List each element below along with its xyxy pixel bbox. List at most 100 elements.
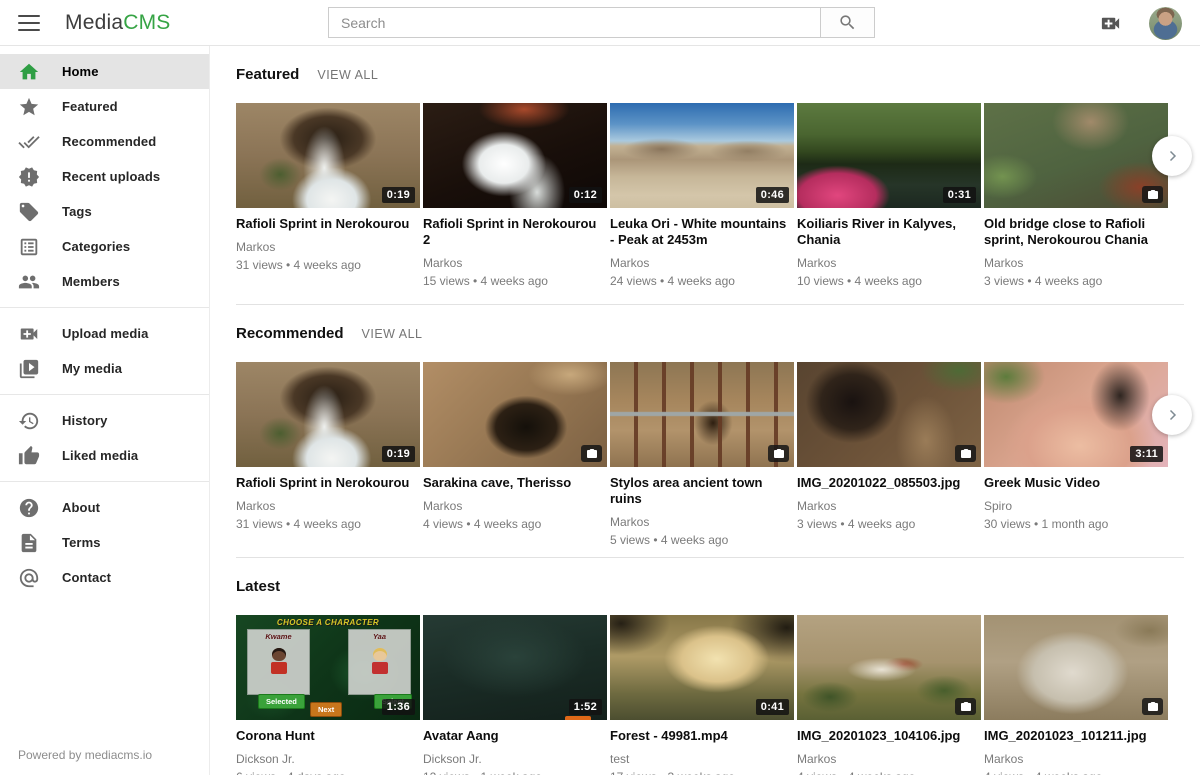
search-button[interactable] xyxy=(820,7,875,38)
media-author[interactable]: test xyxy=(610,752,794,766)
media-card[interactable]: IMG_20201022_085503.jpg Markos 3 views •… xyxy=(797,362,981,531)
media-author[interactable]: Markos xyxy=(423,256,607,270)
search-input[interactable] xyxy=(328,7,820,38)
header-actions xyxy=(1099,0,1200,46)
media-title[interactable]: Corona Hunt xyxy=(236,728,420,744)
media-title[interactable]: Forest - 49981.mp4 xyxy=(610,728,794,744)
media-thumbnail[interactable]: 0:41 xyxy=(610,615,794,720)
sidebar-item-members[interactable]: Members xyxy=(0,264,209,299)
media-author[interactable]: Markos xyxy=(423,499,607,513)
media-thumbnail[interactable] xyxy=(797,362,981,467)
media-thumbnail[interactable]: 1:52 xyxy=(423,615,607,720)
media-thumbnail[interactable]: 0:12 xyxy=(423,103,607,208)
media-author[interactable]: Markos xyxy=(797,256,981,270)
media-title[interactable]: Greek Music Video xyxy=(984,475,1168,491)
user-avatar[interactable] xyxy=(1149,7,1182,40)
sidebar-item-upload-media[interactable]: Upload media xyxy=(0,316,209,351)
media-thumbnail[interactable] xyxy=(610,362,794,467)
media-author[interactable]: Dickson Jr. xyxy=(236,752,420,766)
menu-icon[interactable] xyxy=(18,15,40,31)
media-author[interactable]: Spiro xyxy=(984,499,1168,513)
section-header: Recommended VIEW ALL xyxy=(236,325,1184,341)
sidebar-item-about[interactable]: About xyxy=(0,490,209,525)
media-card[interactable]: 0:46 Leuka Ori - White mountains - Peak … xyxy=(610,103,794,288)
sidebar-item-categories[interactable]: Categories xyxy=(0,229,209,264)
sidebar-item-featured[interactable]: Featured xyxy=(0,89,209,124)
media-title[interactable]: IMG_20201023_104106.jpg xyxy=(797,728,981,744)
media-title[interactable]: Avatar Aang xyxy=(423,728,607,744)
media-card[interactable]: Stylos area ancient town ruins Markos 5 … xyxy=(610,362,794,547)
character-panel: Kwame xyxy=(247,629,310,695)
media-card[interactable]: 0:12 Rafioli Sprint in Nerokourou 2 Mark… xyxy=(423,103,607,288)
sidebar-group: AboutTermsContact xyxy=(0,481,209,603)
view-all-link[interactable]: VIEW ALL xyxy=(362,327,423,341)
sidebar-item-liked-media[interactable]: Liked media xyxy=(0,438,209,473)
at-icon xyxy=(18,567,40,589)
media-thumbnail[interactable] xyxy=(423,362,607,467)
media-card[interactable]: 1:36 CHOOSE A CHARACTERKwameSelectedYaaS… xyxy=(236,615,420,775)
media-thumbnail[interactable]: 0:46 xyxy=(610,103,794,208)
sidebar-item-home[interactable]: Home xyxy=(0,54,209,89)
view-all-link[interactable]: VIEW ALL xyxy=(317,68,378,82)
media-thumbnail[interactable]: 0:19 xyxy=(236,362,420,467)
media-author[interactable]: Markos xyxy=(797,752,981,766)
media-meta: 3 views • 4 weeks ago xyxy=(984,274,1168,288)
media-author[interactable]: Markos xyxy=(984,752,1168,766)
sidebar-item-history[interactable]: History xyxy=(0,403,209,438)
media-thumbnail[interactable] xyxy=(797,615,981,720)
sidebar-item-terms[interactable]: Terms xyxy=(0,525,209,560)
media-row: 1:36 CHOOSE A CHARACTERKwameSelectedYaaS… xyxy=(236,615,1168,775)
media-title[interactable]: IMG_20201022_085503.jpg xyxy=(797,475,981,491)
sidebar-item-recommended[interactable]: Recommended xyxy=(0,124,209,159)
game-title: CHOOSE A CHARACTER xyxy=(236,618,420,627)
media-card[interactable]: 1:52 Avatar Aang Dickson Jr. 12 views • … xyxy=(423,615,607,775)
media-author[interactable]: Markos xyxy=(236,499,420,513)
powered-by: Powered by mediacms.io xyxy=(18,748,152,762)
media-card[interactable]: IMG_20201023_104106.jpg Markos 4 views •… xyxy=(797,615,981,775)
sidebar-item-recent-uploads[interactable]: Recent uploads xyxy=(0,159,209,194)
duration-badge: 3:11 xyxy=(1130,446,1163,462)
media-card[interactable]: 0:31 Koiliaris River in Kalyves, Chania … xyxy=(797,103,981,288)
duration-badge: 1:52 xyxy=(569,699,602,715)
media-author[interactable]: Markos xyxy=(610,515,794,529)
media-thumbnail[interactable]: 0:31 xyxy=(797,103,981,208)
next-arrow-button[interactable] xyxy=(1152,136,1192,176)
media-title[interactable]: Rafioli Sprint in Nerokourou 2 xyxy=(423,216,607,248)
media-author[interactable]: Markos xyxy=(984,256,1168,270)
media-card[interactable]: Sarakina cave, Therisso Markos 4 views •… xyxy=(423,362,607,531)
media-card[interactable]: 3:11 Greek Music Video Spiro 30 views • … xyxy=(984,362,1168,531)
media-title[interactable]: Rafioli Sprint in Nerokourou xyxy=(236,475,420,491)
media-title[interactable]: Stylos area ancient town ruins xyxy=(610,475,794,507)
document-icon xyxy=(18,532,40,554)
media-thumbnail[interactable] xyxy=(984,615,1168,720)
sidebar-group: HistoryLiked media xyxy=(0,394,209,481)
media-card[interactable]: 0:41 Forest - 49981.mp4 test 17 views • … xyxy=(610,615,794,775)
upload-media-button[interactable] xyxy=(1099,12,1122,35)
site-logo[interactable]: MediaCMS xyxy=(65,11,170,35)
sidebar-item-my-media[interactable]: My media xyxy=(0,351,209,386)
sidebar-item-tags[interactable]: Tags xyxy=(0,194,209,229)
media-thumbnail[interactable]: 3:11 xyxy=(984,362,1168,467)
media-title[interactable]: Old bridge close to Rafioli sprint, Nero… xyxy=(984,216,1168,248)
sidebar-item-contact[interactable]: Contact xyxy=(0,560,209,595)
media-thumbnail[interactable]: 1:36 CHOOSE A CHARACTERKwameSelectedYaaS… xyxy=(236,615,420,720)
media-thumbnail[interactable]: 0:19 xyxy=(236,103,420,208)
media-title[interactable]: Koiliaris River in Kalyves, Chania xyxy=(797,216,981,248)
media-card[interactable]: IMG_20201023_101211.jpg Markos 4 views •… xyxy=(984,615,1168,775)
media-title[interactable]: Sarakina cave, Therisso xyxy=(423,475,607,491)
media-author[interactable]: Markos xyxy=(610,256,794,270)
media-thumbnail[interactable] xyxy=(984,103,1168,208)
media-meta: 15 views • 4 weeks ago xyxy=(423,274,607,288)
media-author[interactable]: Markos xyxy=(797,499,981,513)
media-title[interactable]: IMG_20201023_101211.jpg xyxy=(984,728,1168,744)
media-title[interactable]: Leuka Ori - White mountains - Peak at 24… xyxy=(610,216,794,248)
media-title[interactable]: Rafioli Sprint in Nerokourou xyxy=(236,216,420,232)
media-card[interactable]: 0:19 Rafioli Sprint in Nerokourou Markos… xyxy=(236,362,420,531)
media-author[interactable]: Markos xyxy=(236,240,420,254)
image-type-badge xyxy=(581,445,602,462)
sidebar-item-label: Tags xyxy=(62,204,92,219)
next-arrow-button[interactable] xyxy=(1152,395,1192,435)
media-card[interactable]: Old bridge close to Rafioli sprint, Nero… xyxy=(984,103,1168,288)
media-card[interactable]: 0:19 Rafioli Sprint in Nerokourou Markos… xyxy=(236,103,420,272)
media-author[interactable]: Dickson Jr. xyxy=(423,752,607,766)
